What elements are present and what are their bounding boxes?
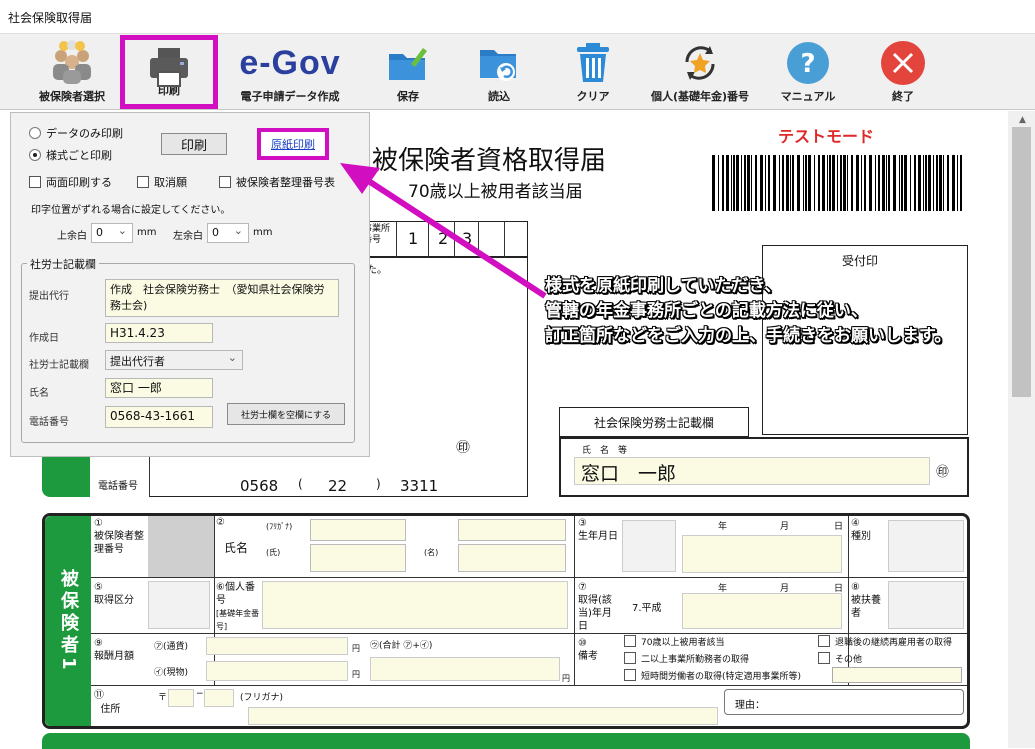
callout-line-3: 訂正箇所などをご入力の上、手続きをお願いします。 [545,326,952,346]
callout-text: 様式を原紙印刷していただき、 管轄の年金事務所ごとの記載方法に従い、 訂正箇所な… [545,274,951,349]
callout-line-2: 管轄の年金事務所ごとの記載方法に従い、 [545,301,868,321]
annotation-arrow [340,163,547,299]
callout-line-1: 様式を原紙印刷していただき、 [545,276,782,296]
